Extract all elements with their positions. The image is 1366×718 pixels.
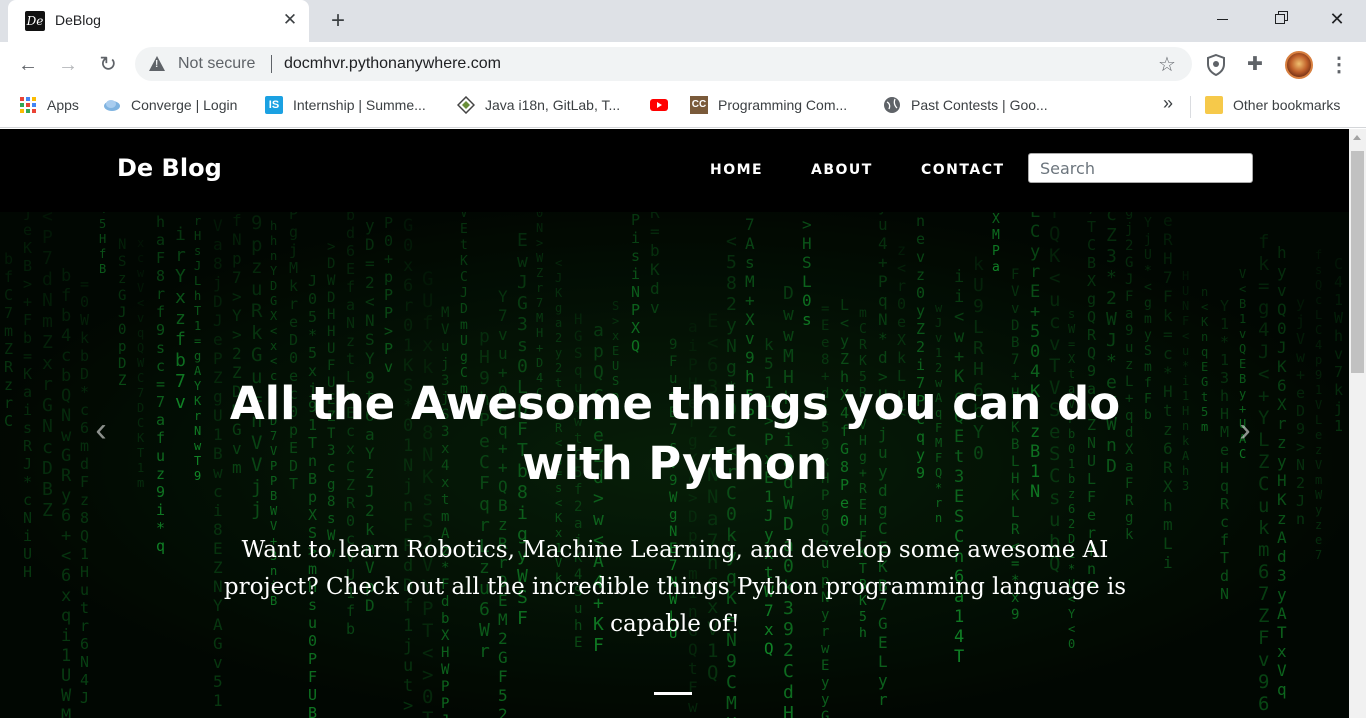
- search-input[interactable]: [1028, 153, 1253, 183]
- web-page: De Blog HOME ABOUT CONTACT bfC7mZRzrCjeK…: [0, 129, 1349, 718]
- nav-home-link[interactable]: HOME: [710, 162, 763, 178]
- scroll-thumb[interactable]: [1351, 151, 1364, 373]
- shield-extension-icon[interactable]: [1206, 54, 1226, 76]
- bookmark-label: Internship | Summe...: [293, 97, 426, 113]
- bookmarks-bar: Apps Converge | Login IS Internship | Su…: [0, 88, 1366, 128]
- bookmarks-divider: [1190, 96, 1191, 118]
- tab-favicon-icon: De: [25, 11, 45, 31]
- is-icon: IS: [265, 96, 283, 114]
- cloud-icon: [104, 100, 120, 111]
- window-minimize-button[interactable]: [1193, 0, 1251, 38]
- omnibox-divider: [271, 55, 272, 73]
- restore-front-square: [1275, 14, 1285, 24]
- browser-menu-icon[interactable]: ⋮: [1327, 50, 1351, 80]
- new-tab-button[interactable]: +: [324, 6, 352, 36]
- bookmark-label: Apps: [47, 97, 79, 113]
- window-restore-button[interactable]: [1251, 0, 1309, 38]
- window-close-button[interactable]: ✕: [1308, 0, 1366, 38]
- bookmark-label: Programming Com...: [718, 97, 848, 113]
- tab-title: DeBlog: [55, 12, 101, 28]
- apps-grid-icon: [19, 96, 37, 114]
- forward-button[interactable]: →: [53, 50, 83, 80]
- youtube-icon: [650, 99, 668, 111]
- carousel-indicator[interactable]: [654, 692, 692, 695]
- extensions-puzzle-icon[interactable]: ✚: [1247, 53, 1263, 76]
- folder-icon: [1205, 96, 1223, 114]
- back-button[interactable]: ←: [13, 50, 43, 80]
- bookmark-label: Java i18n, GitLab, T...: [485, 97, 621, 113]
- browser-toolbar: ← → ↻ Not secure docmhvr.pythonanywhere.…: [0, 42, 1366, 88]
- carousel-next-icon[interactable]: ›: [1230, 413, 1260, 447]
- security-label[interactable]: Not secure: [178, 55, 255, 73]
- nav-about-link[interactable]: ABOUT: [811, 162, 873, 178]
- nav-contact-link[interactable]: CONTACT: [921, 162, 1005, 178]
- diamond-icon: [457, 96, 475, 114]
- warning-icon[interactable]: [149, 56, 165, 71]
- tab-close-icon[interactable]: ✕: [280, 8, 300, 32]
- browser-tab[interactable]: De DeBlog ✕: [8, 0, 309, 42]
- carousel-prev-icon[interactable]: ‹: [86, 413, 116, 447]
- site-navbar: De Blog HOME ABOUT CONTACT: [0, 129, 1349, 212]
- address-bar[interactable]: Not secure docmhvr.pythonanywhere.com ☆: [135, 47, 1192, 81]
- more-bookmarks-button[interactable]: »: [1163, 93, 1173, 114]
- browser-titlebar: De DeBlog ✕ + ✕: [0, 0, 1366, 42]
- bookmark-star-icon[interactable]: ☆: [1158, 52, 1176, 77]
- bookmark-label: Other bookmarks: [1233, 97, 1341, 113]
- hero-carousel: b f C 7 m Z Rz r Cj e K B > + Fb = Ka i s R J * c Ni U H < P 7 d Nm Zx r…: [0, 212, 1349, 718]
- page-scrollbar[interactable]: [1349, 129, 1366, 718]
- profile-avatar[interactable]: [1285, 51, 1313, 79]
- globe-icon: [884, 97, 900, 113]
- bookmark-label: Past Contests | Goo...: [911, 97, 1048, 113]
- bookmark-label: Converge | Login: [131, 97, 238, 113]
- hero-title: All the Awesome things you can do with P…: [229, 377, 1121, 490]
- hero-description: Want to learn Robotics, Machine Learning…: [223, 537, 1127, 637]
- site-brand[interactable]: De Blog: [117, 154, 222, 182]
- url-text[interactable]: docmhvr.pythonanywhere.com: [284, 55, 501, 73]
- scroll-up-arrow[interactable]: [1353, 135, 1361, 140]
- cc-icon: CC: [690, 96, 708, 114]
- reload-button[interactable]: ↻: [93, 50, 123, 80]
